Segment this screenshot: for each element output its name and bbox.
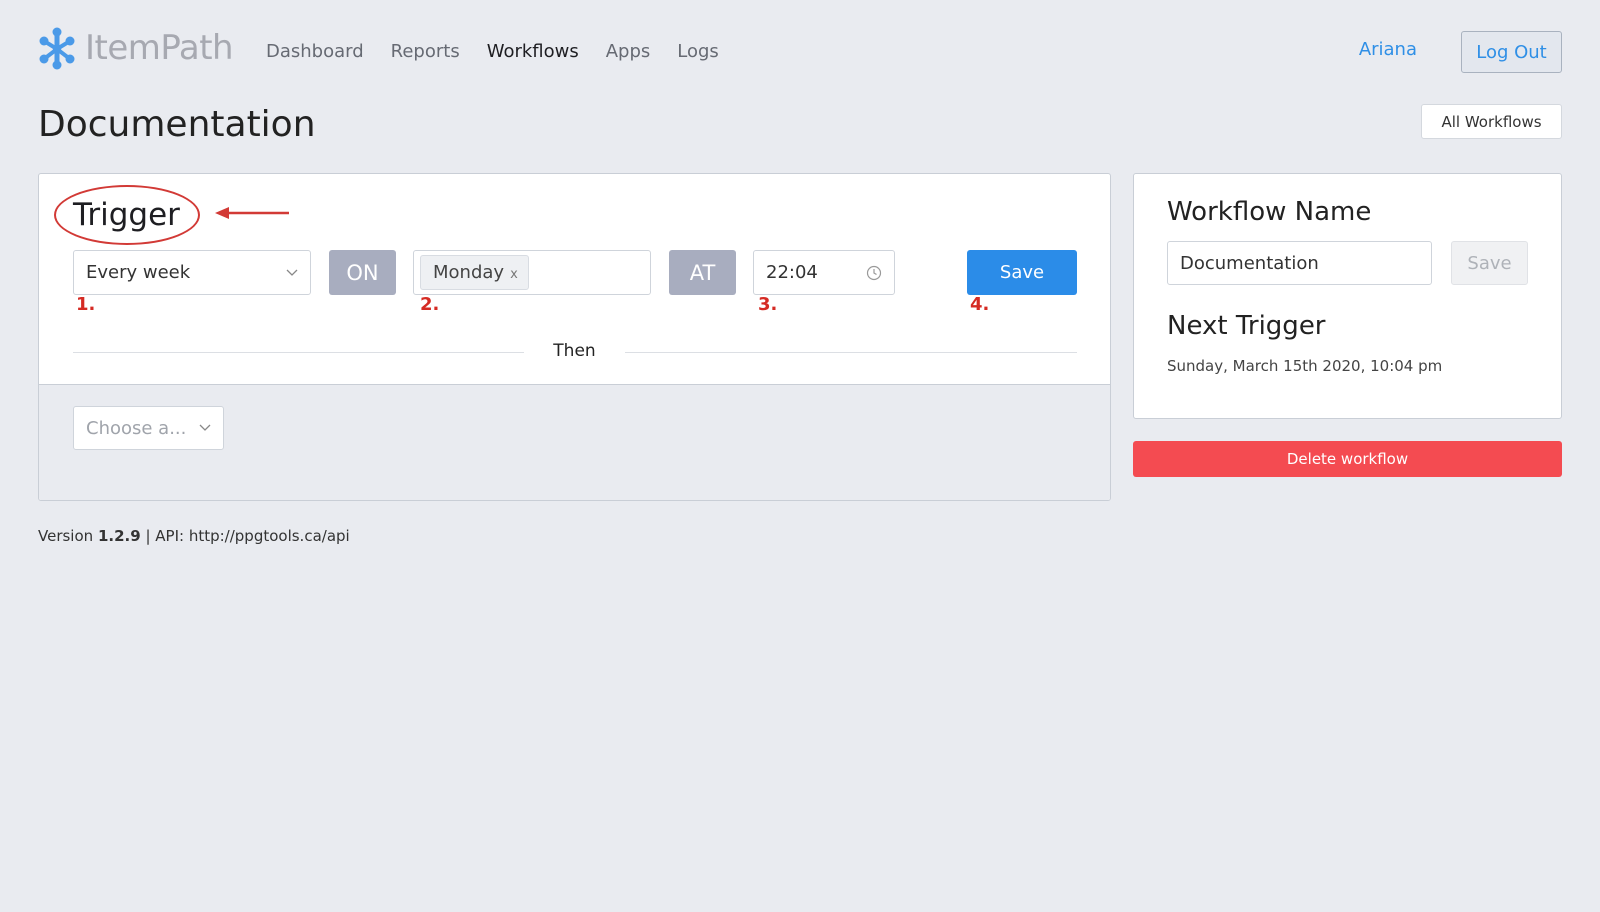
nav-apps[interactable]: Apps (606, 40, 651, 64)
user-name-link[interactable]: Ariana (1359, 38, 1417, 62)
day-multiselect[interactable]: Monday x (413, 250, 651, 295)
day-tag-label: Monday (433, 262, 505, 283)
action-placeholder: Choose a... (86, 417, 187, 439)
then-label: Then (553, 341, 596, 361)
workflow-info-card: Workflow Name Documentation Save Next Tr… (1133, 173, 1562, 419)
time-value: 22:04 (766, 262, 818, 283)
page-title: Documentation (38, 104, 316, 145)
chevron-down-icon (286, 269, 298, 276)
annotation-step-4: 4. (970, 294, 990, 315)
day-tag: Monday x (420, 255, 529, 290)
annotation-step-2: 2. (420, 294, 440, 315)
version-number: 1.2.9 (97, 527, 141, 545)
next-trigger-title: Next Trigger (1167, 311, 1326, 341)
logout-button[interactable]: Log Out (1461, 31, 1562, 73)
clock-icon (866, 265, 882, 280)
workflow-name-save-button[interactable]: Save (1451, 241, 1528, 285)
nav-dashboard[interactable]: Dashboard (266, 40, 364, 64)
time-input[interactable]: 22:04 (753, 250, 895, 295)
itempath-logo[interactable]: ItemPath (38, 26, 234, 70)
remove-tag-icon[interactable]: x (510, 267, 518, 282)
nav-reports[interactable]: Reports (391, 40, 460, 64)
nav-logs[interactable]: Logs (677, 40, 719, 64)
logo-mark-icon (39, 27, 75, 70)
annotation-step-1: 1. (76, 294, 96, 315)
next-trigger-date: Sunday, March 15th 2020, 10:04 pm (1167, 357, 1443, 375)
action-select[interactable]: Choose a... (73, 406, 224, 450)
divider (73, 352, 524, 353)
api-info: | API: http://ppgtools.ca/api (145, 527, 350, 545)
trigger-title: Trigger (73, 197, 180, 233)
at-label: AT (669, 250, 736, 295)
nav-workflows[interactable]: Workflows (487, 40, 579, 64)
trigger-save-button[interactable]: Save (967, 250, 1077, 295)
frequency-value: Every week (86, 262, 191, 283)
trigger-card: Trigger Every week ON Monday x AT 22:04 … (38, 173, 1111, 501)
logo-text: ItemPath (85, 28, 234, 68)
annotation-arrow-icon (215, 207, 289, 219)
workflow-name-input[interactable]: Documentation (1167, 241, 1432, 285)
annotation-step-3: 3. (758, 294, 778, 315)
chevron-down-icon (199, 424, 211, 431)
footer: Version 1.2.9 | API: http://ppgtools.ca/… (38, 526, 350, 546)
delete-workflow-button[interactable]: Delete workflow (1133, 441, 1562, 477)
frequency-select[interactable]: Every week (73, 250, 311, 295)
divider (625, 352, 1077, 353)
main-nav: Dashboard Reports Workflows Apps Logs (266, 40, 746, 64)
version-prefix: Version (38, 527, 94, 545)
all-workflows-button[interactable]: All Workflows (1421, 104, 1562, 139)
on-label: ON (329, 250, 396, 295)
workflow-name-title: Workflow Name (1167, 197, 1372, 227)
